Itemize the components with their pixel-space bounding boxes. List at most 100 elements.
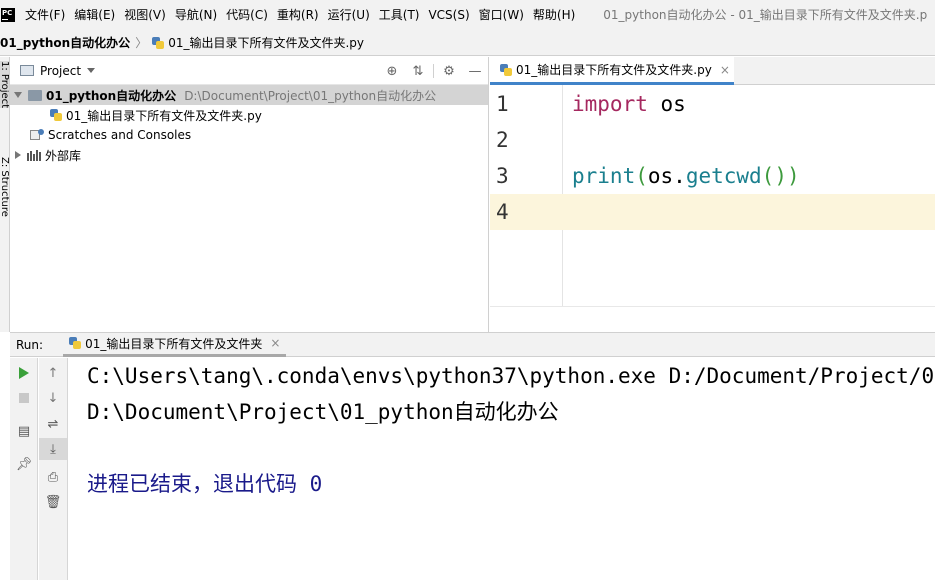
menu-bar: PC 文件(F) 编辑(E) 视图(V) 导航(N) 代码(C) 重构(R) 运… xyxy=(0,0,935,29)
code-text: print(os.getcwd()) xyxy=(572,158,800,194)
print-button[interactable]: ⎙ xyxy=(39,466,67,488)
run-tab-label: 01_输出目录下所有文件及文件夹 xyxy=(85,336,263,351)
python-file-icon xyxy=(50,109,62,121)
run-label: Run: xyxy=(16,337,44,352)
tree-item-project-root[interactable]: 01_python自动化办公 D:\Document\Project\01_py… xyxy=(10,85,488,105)
layout-button[interactable]: ▤ xyxy=(10,420,38,442)
python-file-icon xyxy=(152,36,165,49)
menu-vcs[interactable]: VCS(S) xyxy=(424,8,473,22)
stop-button[interactable] xyxy=(10,387,38,409)
pin-icon: 📌︎ xyxy=(15,456,33,472)
soft-wrap-icon: ⇌ xyxy=(47,416,59,432)
console-line: D:\Document\Project\01_python自动化办公 xyxy=(87,400,559,424)
arrow-down-icon: ↓ xyxy=(47,390,59,406)
scratches-icon xyxy=(30,129,44,141)
breadcrumb: 01_python自动化办公 〉 01_输出目录下所有文件及文件夹.py xyxy=(0,29,935,56)
code-token: ) xyxy=(786,164,800,188)
menu-navigate[interactable]: 导航(N) xyxy=(171,6,221,23)
project-panel-header: Project ⊕ ⇅ ⚙ — xyxy=(10,57,488,85)
library-icon xyxy=(27,149,41,161)
menu-file[interactable]: 文件(F) xyxy=(21,6,69,23)
window-title: 01_python自动化办公 - 01_输出目录下所有文件及文件夹.p xyxy=(603,8,928,22)
arrow-up-icon: ↑ xyxy=(47,365,59,381)
clear-button[interactable]: 🗑︎ xyxy=(39,491,67,513)
code-line[interactable]: 1 import os xyxy=(490,86,935,122)
tree-item-external-libraries[interactable]: 外部库 xyxy=(10,145,488,165)
tree-item-python-file[interactable]: 01_输出目录下所有文件及文件夹.py xyxy=(10,105,488,125)
left-tool-strip: 1: Project Z: Structure xyxy=(0,57,10,332)
tree-item-label: 外部库 xyxy=(45,148,82,163)
tree-item-label: 01_输出目录下所有文件及文件夹.py xyxy=(66,108,262,123)
menu-run[interactable]: 运行(U) xyxy=(324,6,374,23)
python-file-icon xyxy=(500,63,512,76)
code-text: import os xyxy=(572,86,686,122)
code-line[interactable]: 2 xyxy=(490,122,935,158)
line-number: 4 xyxy=(496,200,509,224)
minimize-icon[interactable]: — xyxy=(462,64,488,79)
editor-tab-label: 01_输出目录下所有文件及文件夹.py xyxy=(516,63,712,77)
close-icon[interactable]: × xyxy=(270,336,280,350)
editor-tab-active[interactable]: 01_输出目录下所有文件及文件夹.py × xyxy=(490,57,734,85)
pin-button[interactable]: 📌︎ xyxy=(10,453,38,475)
code-token: () xyxy=(761,164,787,188)
menu-view[interactable]: 视图(V) xyxy=(120,6,170,23)
run-panel-header: Run: 01_输出目录下所有文件及文件夹 × xyxy=(10,332,935,357)
code-line[interactable]: 3 print(os.getcwd()) xyxy=(490,158,935,194)
run-console[interactable]: C:\Users\tang\.conda\envs\python37\pytho… xyxy=(69,358,935,580)
code-token: import xyxy=(572,92,648,116)
project-panel: Project ⊕ ⇅ ⚙ — 01_python自动化办公 D:\Docume… xyxy=(10,57,489,332)
project-tree: 01_python自动化办公 D:\Document\Project\01_py… xyxy=(10,85,488,165)
editor-tab-bar: 01_输出目录下所有文件及文件夹.py × xyxy=(490,57,935,85)
gear-icon[interactable]: ⚙ xyxy=(436,64,462,79)
breadcrumb-separator: 〉 xyxy=(135,35,148,50)
python-run-icon xyxy=(69,337,82,349)
structure-tool-tab[interactable]: Z: Structure xyxy=(0,157,9,217)
menu-edit[interactable]: 编辑(E) xyxy=(70,6,119,23)
tree-item-label: 01_python自动化办公 xyxy=(46,88,177,103)
tree-item-scratches[interactable]: Scratches and Consoles xyxy=(10,125,488,145)
scroll-to-end-icon: ⤓ xyxy=(50,441,56,457)
printer-icon: ⎙ xyxy=(47,469,59,485)
expand-arrow-icon[interactable] xyxy=(15,151,21,159)
code-line[interactable]: 4 xyxy=(490,194,935,230)
menu-help[interactable]: 帮助(H) xyxy=(529,6,579,23)
layout-icon: ▤ xyxy=(17,423,31,439)
code-token: getcwd xyxy=(685,164,762,188)
editor-body[interactable]: 1 import os 2 3 print(os.getcwd()) 4 xyxy=(490,85,935,331)
code-token: ( xyxy=(635,164,648,188)
code-editor: 01_输出目录下所有文件及文件夹.py × 1 import os 2 3 print(… xyxy=(490,57,935,332)
menu-window[interactable]: 窗口(W) xyxy=(475,6,528,23)
run-tab[interactable]: 01_输出目录下所有文件及文件夹 × xyxy=(63,332,287,357)
rerun-button[interactable] xyxy=(10,362,38,384)
pycharm-logo-icon[interactable]: PC xyxy=(1,7,15,22)
line-number: 2 xyxy=(496,128,509,152)
scroll-to-end-button[interactable]: ⤓ xyxy=(39,438,67,460)
soft-wrap-button[interactable]: ⇌ xyxy=(39,413,67,435)
scroll-down-button[interactable]: ↓ xyxy=(39,387,67,409)
project-view-title[interactable]: Project xyxy=(40,64,81,78)
line-number: 3 xyxy=(496,164,509,188)
target-icon[interactable]: ⊕ xyxy=(379,64,405,79)
divider xyxy=(433,64,434,78)
code-token: os xyxy=(647,92,686,116)
tree-item-path: D:\Document\Project\01_python自动化办公 xyxy=(184,88,437,103)
line-number: 1 xyxy=(496,92,509,116)
folder-icon xyxy=(28,89,42,101)
scroll-up-button[interactable]: ↑ xyxy=(39,362,67,384)
chevron-down-icon[interactable] xyxy=(87,68,96,73)
menu-refactor[interactable]: 重构(R) xyxy=(273,6,323,23)
code-token: print xyxy=(572,164,636,188)
project-tool-tab[interactable]: 1: Project xyxy=(0,61,9,109)
console-line: 进程已结束，退出代码 0 xyxy=(87,472,323,496)
collapse-all-icon[interactable]: ⇅ xyxy=(405,64,431,79)
run-toolbar-secondary: ↑ ↓ ⇌ ⤓ ⎙ 🗑︎ xyxy=(39,358,68,580)
menu-code[interactable]: 代码(C) xyxy=(222,6,272,23)
breadcrumb-project[interactable]: 01_python自动化办公 xyxy=(0,34,130,51)
breadcrumb-file[interactable]: 01_输出目录下所有文件及文件夹.py xyxy=(152,34,364,51)
menu-tools[interactable]: 工具(T) xyxy=(375,6,424,23)
expand-arrow-icon[interactable] xyxy=(14,92,22,98)
close-icon[interactable]: × xyxy=(720,63,730,77)
console-line: C:\Users\tang\.conda\envs\python37\pytho… xyxy=(87,364,935,388)
trash-icon: 🗑︎ xyxy=(44,494,62,510)
code-token: os. xyxy=(647,164,686,188)
